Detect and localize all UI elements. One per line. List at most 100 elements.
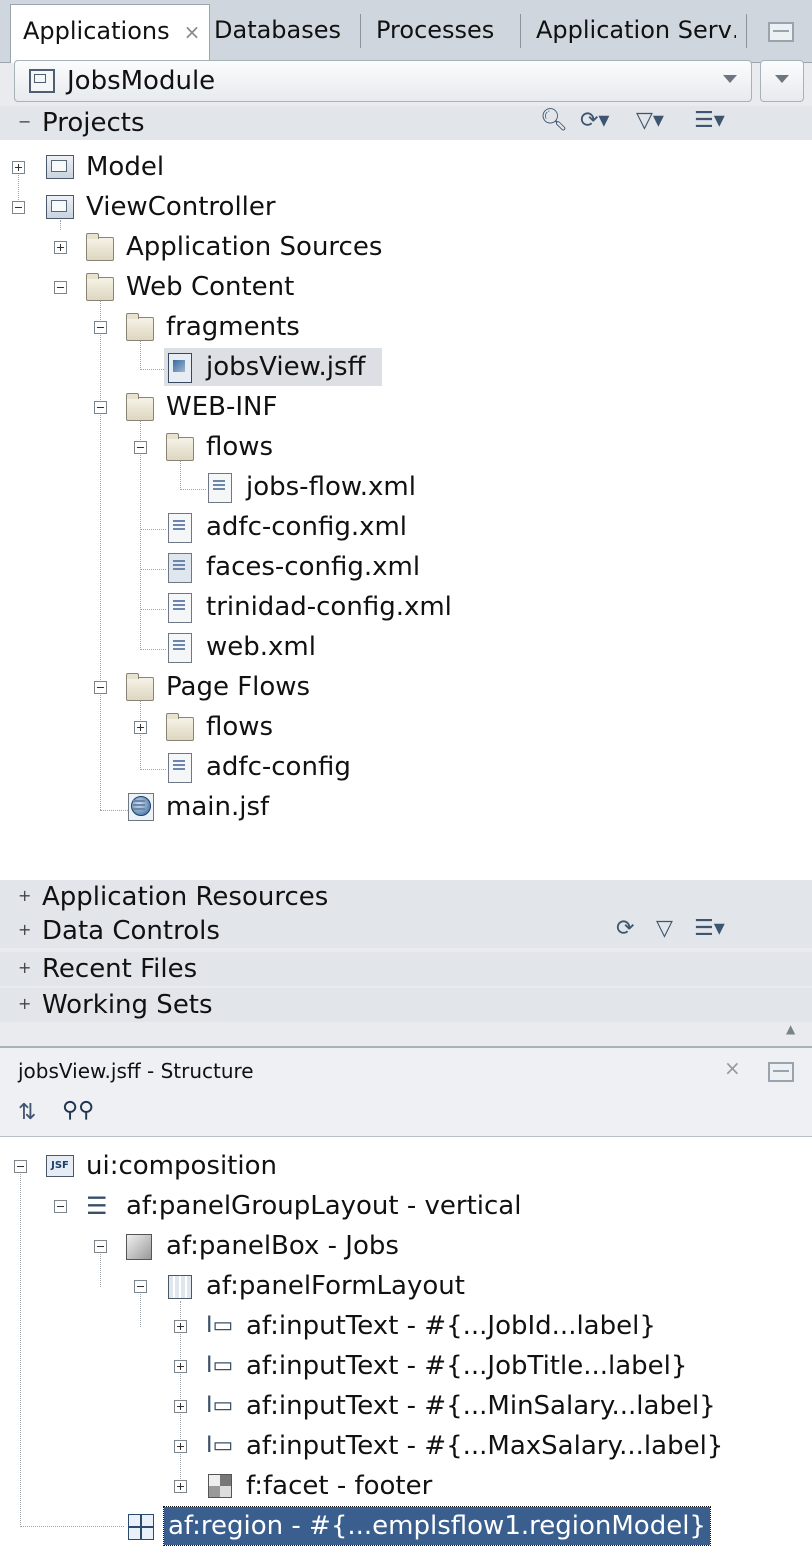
- expand-icon[interactable]: [54, 241, 67, 254]
- close-icon[interactable]: ×: [724, 1056, 741, 1080]
- recent-files-header[interactable]: + Recent Files: [0, 952, 812, 986]
- structure-node-region[interactable]: af:region - #{...emplsflow1.regionModel}: [0, 1506, 812, 1546]
- tree-node-model[interactable]: Model: [0, 148, 812, 186]
- sync-icon[interactable]: ⟳▾: [580, 108, 609, 133]
- collapse-icon[interactable]: [54, 1200, 67, 1213]
- tree-node-jobsview-jsff[interactable]: jobsView.jsff: [164, 348, 382, 386]
- folder-icon: [86, 233, 114, 261]
- tree-connector: [140, 369, 166, 370]
- collapse-icon[interactable]: [94, 681, 107, 694]
- expand-icon[interactable]: [174, 1400, 187, 1413]
- minimize-icon[interactable]: [768, 22, 794, 42]
- structure-toolbar: ⇅ ⚲⚲: [0, 1092, 812, 1137]
- options-icon[interactable]: ☰▾: [694, 108, 725, 133]
- tree-node-trinidad-config-xml[interactable]: trinidad-config.xml: [0, 588, 812, 626]
- structure-node-facet-footer[interactable]: f:facet - footer: [0, 1467, 812, 1505]
- tree-node-flows[interactable]: flows: [0, 428, 812, 466]
- expand-icon[interactable]: [134, 721, 147, 734]
- search-icon[interactable]: 🔍︎: [540, 108, 568, 133]
- tree-node-main-jsf[interactable]: main.jsf: [0, 788, 812, 826]
- tab-databases[interactable]: Databases: [214, 4, 341, 56]
- collapse-icon[interactable]: [14, 1160, 27, 1173]
- expand-icon[interactable]: [174, 1320, 187, 1333]
- collapse-icon[interactable]: [134, 441, 147, 454]
- collapse-icon[interactable]: −: [18, 114, 31, 130]
- tree-node-label: web.xml: [206, 632, 316, 662]
- projects-header[interactable]: − Projects 🔍︎ ⟳▾ ▽▾ ☰▾: [0, 106, 812, 140]
- folder-icon: [126, 393, 154, 421]
- application-menu-button[interactable]: [760, 60, 804, 102]
- tab-application-servers-label: Application Serv…: [536, 16, 736, 44]
- tree-node-fragments[interactable]: fragments: [0, 308, 812, 346]
- tree-node-jobs-flow-xml[interactable]: jobs-flow.xml: [0, 468, 812, 506]
- options-icon[interactable]: ☰▾: [694, 916, 725, 941]
- tree-node-label: faces-config.xml: [206, 552, 421, 582]
- expand-icon[interactable]: +: [18, 960, 31, 976]
- collapse-icon[interactable]: [94, 321, 107, 334]
- minimize-icon[interactable]: [768, 1062, 794, 1082]
- tree-node-page-flows-flows[interactable]: flows: [0, 708, 812, 746]
- expand-icon[interactable]: [174, 1360, 187, 1373]
- filter-icon[interactable]: ▽: [656, 916, 673, 941]
- tree-node-application-sources[interactable]: Application Sources: [0, 228, 812, 266]
- structure-node-input-maxsalary[interactable]: I▭ af:inputText - #{...MaxSalary...label…: [0, 1427, 812, 1465]
- collapse-icon[interactable]: [12, 201, 25, 214]
- web-xml-file-icon: [168, 633, 192, 663]
- tree-node-label: fragments: [166, 312, 300, 342]
- expand-icon[interactable]: [12, 161, 25, 174]
- sync-icon[interactable]: ⟳: [616, 916, 634, 941]
- folder-icon: [126, 673, 154, 701]
- tree-node-web-content[interactable]: Web Content: [0, 268, 812, 306]
- tab-applications[interactable]: Applications ×: [10, 4, 210, 63]
- data-controls-header[interactable]: + Data Controls ⟳ ▽ ☰▾: [0, 914, 812, 948]
- structure-node-panel-group-layout[interactable]: ☰ af:panelGroupLayout - vertical: [0, 1187, 812, 1225]
- tree-node-viewcontroller[interactable]: ViewController: [0, 188, 812, 226]
- collapse-icon[interactable]: [94, 1240, 107, 1253]
- tree-node-faces-config-xml[interactable]: faces-config.xml: [0, 548, 812, 586]
- xml-file-icon: [168, 593, 192, 623]
- structure-node-label: af:region - #{...emplsflow1.regionModel}: [163, 1506, 711, 1546]
- structure-node-input-jobtitle[interactable]: I▭ af:inputText - #{...JobTitle...label}: [0, 1347, 812, 1385]
- tree-node-label: adfc-config: [206, 752, 351, 782]
- structure-node-input-minsalary[interactable]: I▭ af:inputText - #{...MinSalary...label…: [0, 1387, 812, 1425]
- structure-node-label: af:inputText - #{...MaxSalary...label}: [246, 1431, 724, 1461]
- expand-icon[interactable]: [174, 1480, 187, 1493]
- tree-node-page-flows[interactable]: Page Flows: [0, 668, 812, 706]
- folder-icon: [86, 273, 114, 301]
- tree-node-label: jobsView.jsff: [206, 352, 366, 382]
- application-selector[interactable]: JobsModule: [14, 60, 752, 102]
- tree-node-web-xml[interactable]: web.xml: [0, 628, 812, 666]
- input-text-icon: I▭: [206, 1393, 234, 1418]
- projects-tree: Model ViewController Application Sources…: [0, 140, 812, 880]
- panel-form-layout-icon: [168, 1275, 192, 1299]
- structure-node-input-jobid[interactable]: I▭ af:inputText - #{...JobId...label}: [0, 1307, 812, 1345]
- collapse-icon[interactable]: [94, 401, 107, 414]
- collapse-icon[interactable]: [134, 1280, 147, 1293]
- tree-node-adfc-config-xml[interactable]: adfc-config.xml: [0, 508, 812, 546]
- structure-node-panel-form-layout[interactable]: af:panelFormLayout: [0, 1267, 812, 1305]
- tree-node-label: adfc-config.xml: [206, 512, 408, 542]
- tab-application-servers[interactable]: Application Serv…: [536, 4, 736, 56]
- freeze-icon[interactable]: ⇅: [18, 1100, 36, 1125]
- expand-icon[interactable]: +: [18, 996, 31, 1012]
- tree-node-web-inf[interactable]: WEB-INF: [0, 388, 812, 426]
- close-icon[interactable]: ×: [184, 20, 201, 44]
- expand-icon[interactable]: +: [18, 888, 31, 904]
- tree-node-label: Application Sources: [126, 232, 383, 262]
- tree-node-label: jobs-flow.xml: [246, 472, 416, 502]
- input-text-icon: I▭: [206, 1433, 234, 1458]
- expand-icon[interactable]: [174, 1440, 187, 1453]
- filter-icon[interactable]: ▽▾: [636, 108, 664, 133]
- collapse-icon[interactable]: [54, 281, 67, 294]
- scroll-up-icon[interactable]: ▲: [786, 1022, 795, 1036]
- structure-node-label: af:panelBox - Jobs: [166, 1231, 399, 1261]
- binoculars-icon[interactable]: ⚲⚲: [62, 1098, 94, 1123]
- input-text-icon: I▭: [206, 1313, 234, 1338]
- structure-node-panel-box[interactable]: af:panelBox - Jobs: [0, 1227, 812, 1265]
- tree-node-adfc-config[interactable]: adfc-config: [0, 748, 812, 786]
- expand-icon[interactable]: +: [18, 922, 31, 938]
- application-resources-header[interactable]: + Application Resources: [0, 880, 812, 914]
- tab-processes[interactable]: Processes: [376, 4, 494, 56]
- structure-node-ui-composition[interactable]: JSF ui:composition: [0, 1147, 812, 1185]
- working-sets-header[interactable]: + Working Sets: [0, 988, 812, 1022]
